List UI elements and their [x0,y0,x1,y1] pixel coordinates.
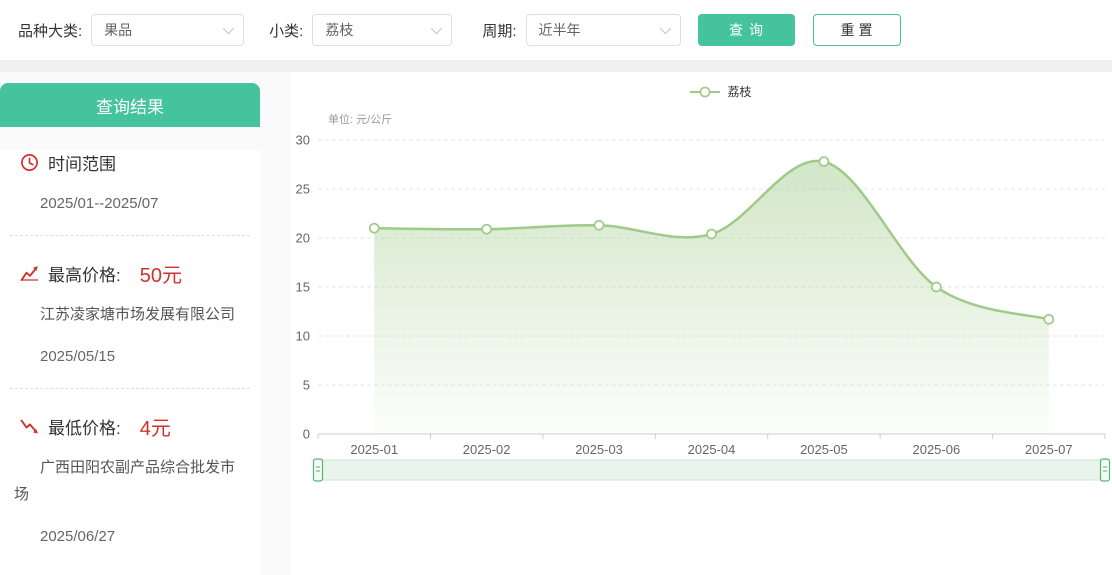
time-range-label: 时间范围 [48,150,116,175]
data-zoom-handle-left[interactable] [314,459,323,481]
query-button[interactable]: 查询 [698,14,795,46]
category-select[interactable]: 果品 [91,14,244,46]
category-label: 品种大类: [18,20,82,41]
data-point-2025-02[interactable] [482,225,491,234]
svg-text:25: 25 [296,182,310,197]
lowest-price-label: 最低价格: [48,414,121,439]
data-point-2025-03[interactable] [595,221,604,230]
chevron-down-icon [431,23,442,34]
data-point-2025-04[interactable] [707,230,716,239]
time-range-row: 时间范围 [0,150,260,175]
svg-text:0: 0 [303,427,310,442]
highest-price-date: 2025/05/15 [0,348,260,365]
svg-text:5: 5 [303,378,310,393]
period-label: 周期: [482,20,516,41]
highest-price-row: 最高价格: 50元 [0,259,260,288]
chevron-down-icon [659,23,670,34]
trend-up-icon [20,264,39,283]
x-axis-labels: 2025-01 2025-02 2025-03 2025-04 2025-05 2025-… [350,442,1072,457]
reset-button[interactable]: 重置 [813,14,901,46]
svg-text:2025-02: 2025-02 [463,442,511,457]
svg-text:20: 20 [296,231,310,246]
trend-down-icon [20,417,39,436]
x-axis [318,434,1105,439]
data-point-2025-06[interactable] [932,283,941,292]
highest-price-market: 江苏凌家塘市场发展有限公司 [14,302,248,328]
time-range-value: 2025/01--2025/07 [0,195,260,212]
category-select-value: 果品 [104,20,132,40]
period-select-value: 近半年 [539,20,581,40]
data-zoom-track[interactable] [318,460,1105,480]
period-select[interactable]: 近半年 [526,14,681,46]
svg-text:15: 15 [296,280,310,295]
legend-label: 荔枝 [727,83,751,100]
series-area [374,161,1049,434]
results-panel-title: 查询结果 [0,83,260,127]
subcategory-select-value: 荔枝 [325,20,353,40]
svg-text:2025-07: 2025-07 [1025,442,1073,457]
y-axis-labels: 0 5 10 15 20 25 30 [296,133,310,442]
results-panel-body: 时间范围 2025/01--2025/07 最高价格: 50元 江苏凌家塘市场发… [0,150,260,575]
lowest-price-row: 最低价格: 4元 [0,412,260,441]
svg-text:10: 10 [296,329,310,344]
divider-band [0,60,1112,72]
clock-icon [20,153,39,172]
svg-text:2025-04: 2025-04 [688,442,736,457]
highest-price-label: 最高价格: [48,261,121,286]
content-area: 查询结果 时间范围 2025/01--2025/07 最高价格: 50元 [0,72,1112,575]
svg-text:2025-06: 2025-06 [912,442,960,457]
data-point-2025-05[interactable] [819,157,828,166]
svg-text:30: 30 [296,133,310,148]
data-zoom-handle-right[interactable] [1101,459,1110,481]
highest-price-value: 50元 [140,259,182,288]
lowest-price-date: 2025/06/27 [0,528,260,545]
filter-bar: 品种大类: 果品 小类: 荔枝 周期: 近半年 查询 重置 [0,0,1112,60]
unit-label: 单位: 元/公斤 [328,112,392,126]
subcategory-select[interactable]: 荔枝 [312,14,452,46]
chart-panel: 荔枝 单位: 元/公斤0510152025302025-012025-02202… [290,72,1112,575]
legend-marker-icon [690,86,720,98]
legend-item-lichee[interactable]: 荔枝 [310,83,1112,100]
subcategory-label: 小类: [269,20,303,41]
results-panel: 查询结果 时间范围 2025/01--2025/07 最高价格: 50元 [0,83,260,575]
svg-text:2025-03: 2025-03 [575,442,623,457]
price-line-chart: 单位: 元/公斤0510152025302025-012025-022025-0… [290,102,1112,502]
dashed-divider [10,235,250,236]
data-point-2025-01[interactable] [370,224,379,233]
lowest-price-value: 4元 [140,412,171,441]
data-zoom-slider[interactable] [314,459,1110,481]
data-point-2025-07[interactable] [1044,315,1053,324]
chevron-down-icon [223,23,234,34]
lowest-price-market: 广西田阳农副产品综合批发市场 [14,455,248,508]
svg-text:2025-01: 2025-01 [350,442,398,457]
svg-text:2025-05: 2025-05 [800,442,848,457]
dashed-divider [10,388,250,389]
